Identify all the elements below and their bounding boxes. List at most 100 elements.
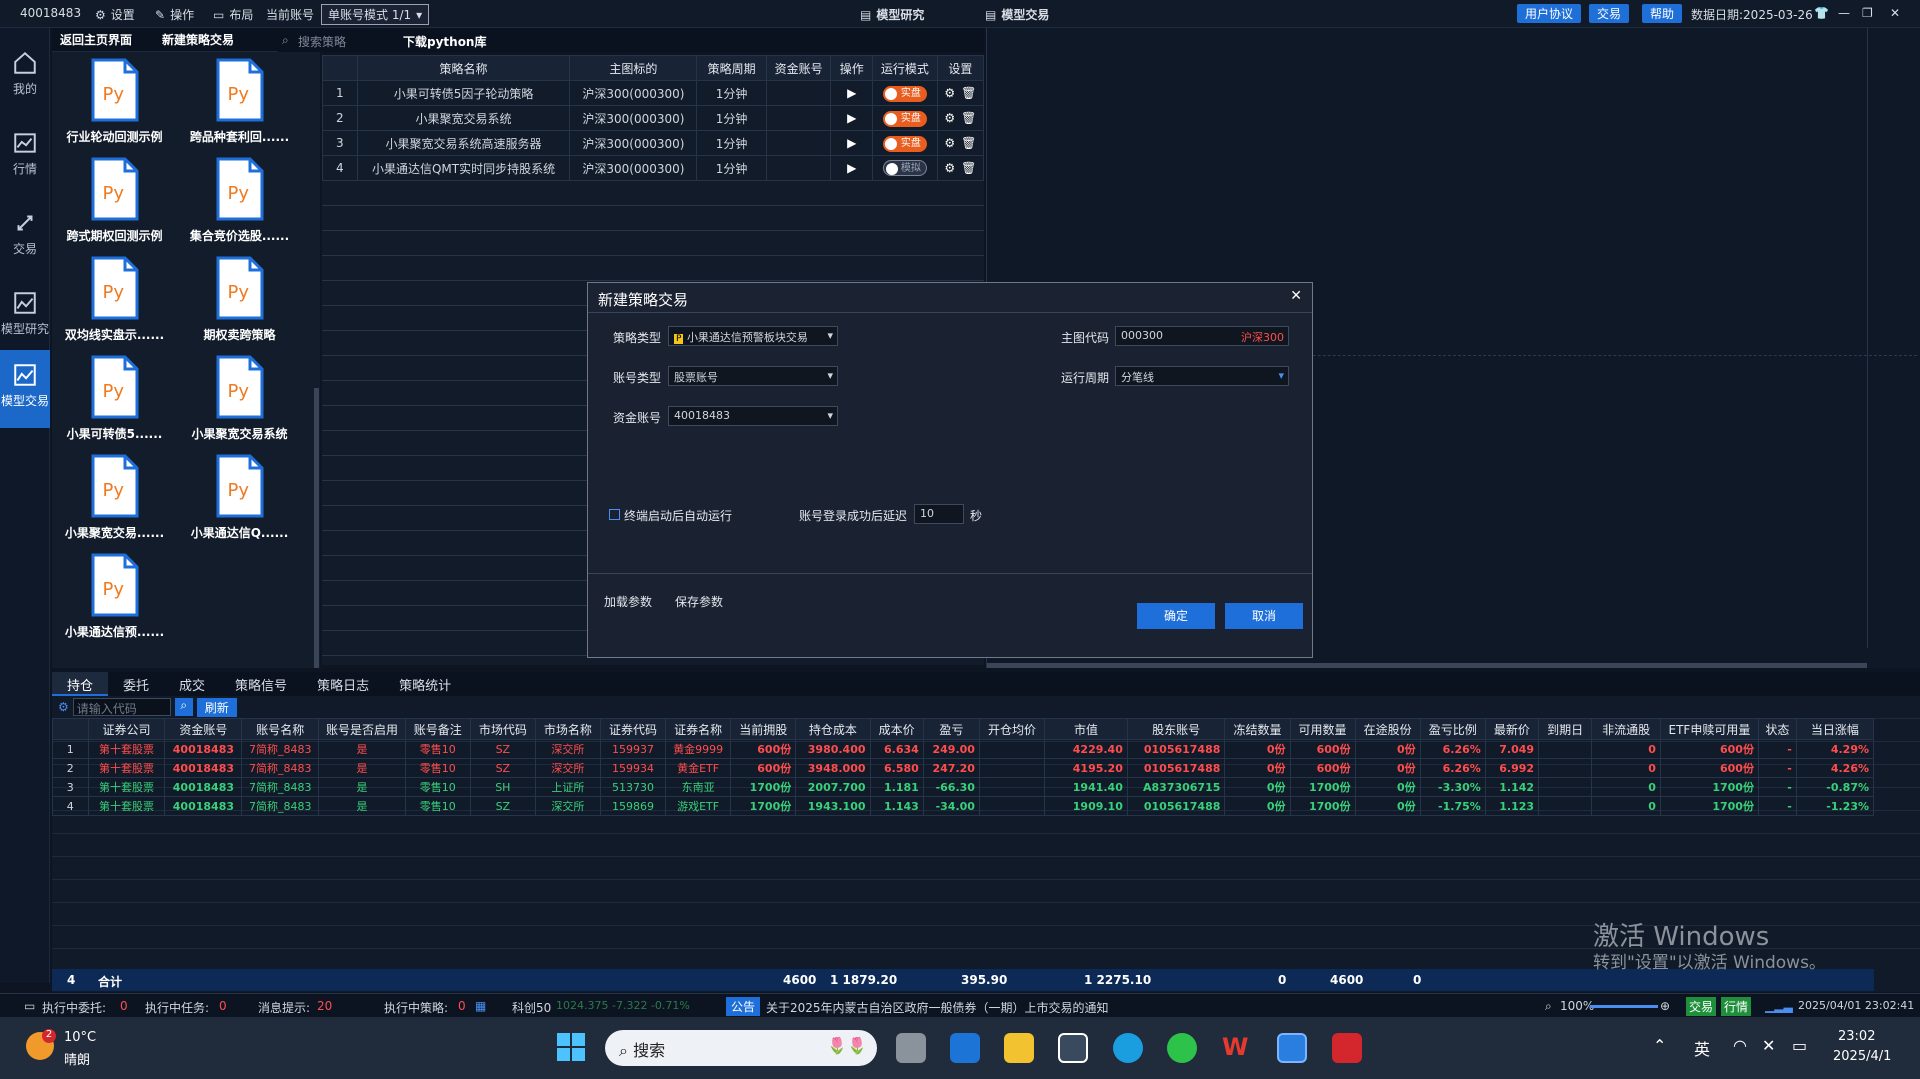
trash-icon[interactable]: 🗑 — [961, 136, 976, 150]
strategy-file-item[interactable]: Py 集合竞价选股...... — [177, 153, 302, 244]
bottom-tab[interactable]: 成交 — [164, 672, 220, 696]
close-icon[interactable]: ✕ — [1890, 6, 1900, 20]
load-params-button[interactable]: 加载参数 — [604, 593, 652, 610]
outlook-icon[interactable] — [950, 1033, 980, 1063]
nav-model-research[interactable]: 模型研究 — [0, 278, 50, 348]
autorun-checkbox[interactable] — [609, 509, 620, 520]
trash-icon[interactable]: 🗑 — [961, 111, 976, 125]
bottom-tab[interactable]: 策略统计 — [384, 672, 466, 696]
gear-icon[interactable]: ⚙ — [944, 136, 955, 150]
play-icon[interactable]: ▶ — [847, 86, 856, 100]
fund-account-select[interactable]: 40018483 ▾ — [668, 406, 838, 426]
strategy-search-input[interactable]: 搜索策略 — [298, 33, 398, 50]
strategy-file-item[interactable]: Py 跨品种套利回...... — [177, 54, 302, 145]
strategy-file-item[interactable]: Py 期权卖跨策略 — [177, 252, 302, 343]
gear-icon[interactable]: ⚙ — [944, 161, 955, 175]
trade-button[interactable]: 交易 — [1589, 4, 1630, 23]
trash-icon[interactable]: 🗑 — [961, 161, 976, 175]
chart-scrollbar[interactable] — [987, 663, 1867, 668]
windows-start-icon[interactable] — [557, 1033, 585, 1061]
volume-mute-icon[interactable]: ✕ — [1762, 1036, 1775, 1055]
strategy-file-item[interactable]: Py 小果聚宽交易...... — [52, 450, 177, 541]
operate-menu[interactable]: ✎ 操作 — [155, 6, 194, 23]
position-row[interactable]: 2 第十套股票 40018483 7简称_8483 是零售10 SZ 深交所 159934 黄金… — [52, 758, 1875, 778]
red-app-icon[interactable] — [1332, 1033, 1362, 1063]
bottom-tab[interactable]: 策略信号 — [220, 672, 302, 696]
model-research-tab[interactable]: ▤ 模型研究 — [860, 6, 924, 23]
nav-mine[interactable]: 我的 — [0, 38, 50, 108]
position-row[interactable]: 1 第十套股票 40018483 7简称_8483 是零售10 SZ 深交所 159937 黄金… — [52, 739, 1875, 759]
qmt-app-icon[interactable] — [1277, 1033, 1307, 1063]
main-code-input[interactable]: 000300 沪深300 — [1115, 326, 1289, 346]
file-scrollbar[interactable] — [314, 388, 319, 668]
settings-menu[interactable]: ⚙ 设置 — [95, 6, 135, 23]
bottom-tab[interactable]: 策略日志 — [302, 672, 384, 696]
store-icon[interactable] — [1058, 1033, 1088, 1063]
taskbar-search[interactable]: ⌕ 搜索 🌷🌷 — [605, 1030, 877, 1066]
strategy-file-item[interactable]: Py 行业轮动回测示例 — [52, 54, 177, 145]
gear-icon[interactable]: ⚙ — [58, 700, 69, 714]
edge-icon[interactable] — [1113, 1033, 1143, 1063]
strategy-row[interactable]: 2 小果聚宽交易系统 沪深300(000300) 1分钟 ▶ 实盘 ⚙ 🗑 — [322, 105, 985, 131]
delay-input[interactable]: 10 — [914, 504, 964, 524]
wechat-icon[interactable] — [1167, 1033, 1197, 1063]
strategy-row[interactable]: 3 小果聚宽交易系统高速服务器 沪深300(000300) 1分钟 ▶ 实盘 ⚙ 🗑 — [322, 130, 985, 156]
user-agreement-button[interactable]: 用户协议 — [1517, 4, 1582, 23]
clock-time[interactable]: 23:02 — [1838, 1029, 1875, 1044]
position-row[interactable]: 3 第十套股票 40018483 7简称_8483 是零售10 SH 上证所 513730 东南… — [52, 777, 1875, 797]
new-strategy-button[interactable]: 新建策略交易 — [162, 31, 234, 48]
run-period-select[interactable]: 分笔线 ▾ — [1115, 366, 1289, 386]
nav-trade[interactable]: 交易 — [0, 198, 50, 268]
layout-menu[interactable]: ▭ 布局 — [213, 6, 253, 23]
strategy-type-select[interactable]: P 小果通达信预警板块交易 ▾ — [668, 326, 838, 346]
zoom-in-icon[interactable]: ⊕ — [1660, 999, 1670, 1013]
bottom-tab[interactable]: 持仓 — [52, 672, 109, 696]
strategy-row[interactable]: 1 小果可转债5因子轮动策略 沪深300(000300) 1分钟 ▶ 实盘 ⚙ 🗑 — [322, 80, 985, 106]
mode-select[interactable]: 单账号模式 1/1 ▾ — [321, 4, 430, 25]
mode-toggle[interactable]: 实盘 — [882, 135, 927, 152]
zoom-slider[interactable] — [1590, 1005, 1658, 1008]
help-button[interactable]: 帮助 — [1642, 4, 1683, 23]
gear-icon[interactable]: ⚙ — [944, 86, 955, 100]
ime-indicator[interactable]: 英 — [1694, 1036, 1710, 1060]
model-trade-tab[interactable]: ▤ 模型交易 — [985, 6, 1049, 23]
refresh-button[interactable]: 刷新 — [196, 697, 237, 717]
download-python-button[interactable]: 下载python库 — [403, 33, 486, 50]
account-type-select[interactable]: 股票账号 ▾ — [668, 366, 838, 386]
close-icon[interactable]: ✕ — [1290, 288, 1302, 304]
play-icon[interactable]: ▶ — [847, 161, 856, 175]
zoom-out-icon[interactable]: ⌕ — [1545, 999, 1552, 1014]
ok-button[interactable]: 确定 — [1137, 603, 1215, 629]
wifi-icon[interactable]: ◠ — [1733, 1036, 1747, 1055]
task-view-icon[interactable] — [896, 1033, 926, 1063]
save-params-button[interactable]: 保存参数 — [675, 593, 723, 610]
minimize-icon[interactable]: — — [1838, 6, 1850, 20]
mode-toggle[interactable]: 模拟 — [882, 160, 927, 176]
position-row[interactable]: 4 第十套股票 40018483 7简称_8483 是零售10 SZ 深交所 159869 游戏… — [52, 796, 1875, 816]
strategy-file-item[interactable]: Py 小果通达信预...... — [52, 549, 177, 640]
monitor-icon[interactable]: ▦ — [475, 999, 486, 1013]
search-icon[interactable]: ⌕ — [174, 698, 193, 716]
battery-icon[interactable]: ▭ — [1792, 1036, 1807, 1055]
gear-icon[interactable]: ⚙ — [944, 111, 955, 125]
strategy-file-item[interactable]: Py 双均线实盘示...... — [52, 252, 177, 343]
play-icon[interactable]: ▶ — [847, 136, 856, 150]
chevron-up-icon[interactable]: ⌃ — [1653, 1036, 1666, 1055]
play-icon[interactable]: ▶ — [847, 111, 856, 125]
strategy-file-item[interactable]: Py 小果聚宽交易系统 — [177, 351, 302, 442]
back-home-button[interactable]: 返回主页界面 — [60, 31, 132, 48]
strategy-file-item[interactable]: Py 小果可转债5...... — [52, 351, 177, 442]
mode-toggle[interactable]: 实盘 — [882, 85, 927, 102]
bottom-tab[interactable]: 委托 — [108, 672, 164, 696]
clock-date[interactable]: 2025/4/1 — [1833, 1049, 1891, 1064]
cancel-button[interactable]: 取消 — [1225, 603, 1303, 629]
code-search-input[interactable]: 请输入代码 — [72, 698, 171, 716]
nav-model-trade[interactable]: 模型交易 — [0, 350, 50, 428]
nav-market[interactable]: 行情 — [0, 118, 50, 188]
shirt-icon[interactable]: 👕 — [1814, 6, 1829, 20]
strategy-file-item[interactable]: Py 跨式期权回测示例 — [52, 153, 177, 244]
notice-text[interactable]: 关于2025年内蒙古自治区政府一般债券（一期）上市交易的通知 — [766, 999, 1109, 1016]
mode-toggle[interactable]: 实盘 — [882, 110, 927, 127]
file-explorer-icon[interactable] — [1004, 1033, 1034, 1063]
trash-icon[interactable]: 🗑 — [961, 86, 976, 100]
